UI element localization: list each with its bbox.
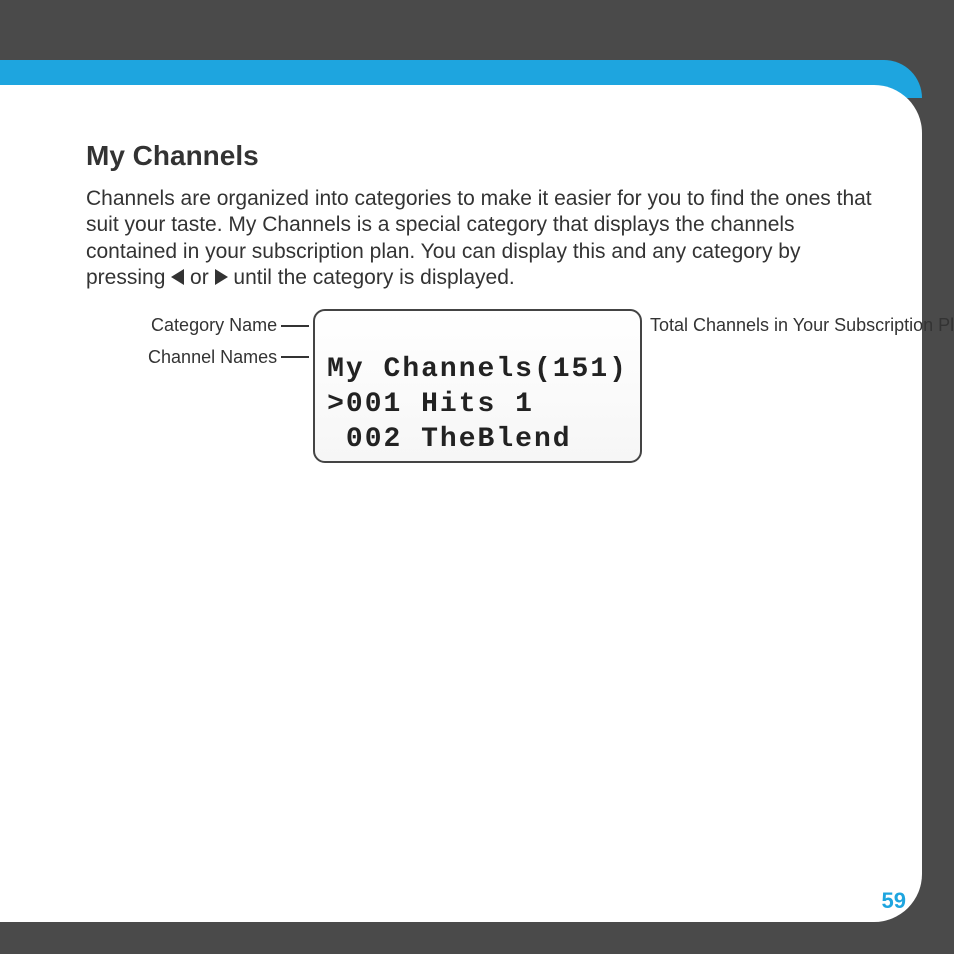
right-arrow-icon — [215, 269, 228, 285]
connector-line — [281, 356, 309, 358]
content-area: My Channels Channels are organized into … — [86, 140, 874, 463]
body-text-or: or — [184, 266, 214, 289]
page-heading: My Channels — [86, 140, 874, 172]
label-channel-names: Channel Names — [148, 347, 277, 369]
page-number: 59 — [882, 888, 906, 914]
lcd-line-2: >001 Hits 1 — [327, 389, 534, 420]
connector-line — [281, 325, 309, 327]
left-arrow-icon — [171, 269, 184, 285]
right-labels: Total Channels in Your Subscription Plan — [642, 309, 812, 337]
label-category-name: Category Name — [151, 315, 277, 337]
lcd-diagram: Category Name Channel Names My Channels(… — [86, 309, 874, 463]
lcd-line-1: My Channels(151) — [327, 354, 628, 385]
lcd-line-3: 002 TheBlend — [327, 424, 571, 455]
body-text-part2: until the category is displayed. — [228, 266, 515, 289]
body-paragraph: Channels are organized into categories t… — [86, 186, 874, 291]
lcd-screen: My Channels(151) >001 Hits 1 002 TheBlen… — [313, 309, 642, 463]
left-labels: Category Name Channel Names — [148, 309, 313, 368]
label-total-channels: Total Channels in Your Subscription Plan — [650, 315, 954, 337]
